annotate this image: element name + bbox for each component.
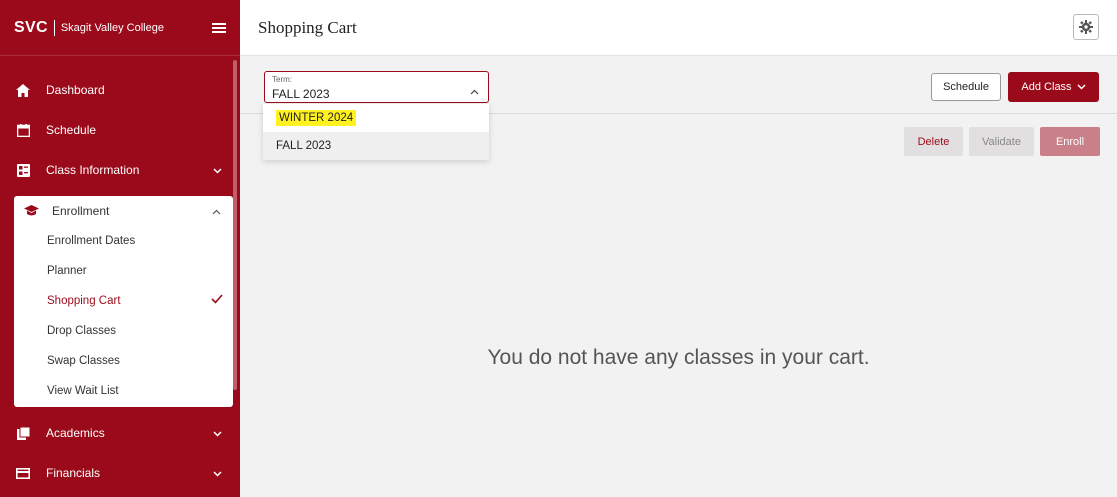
- documents-icon: [14, 426, 32, 440]
- enroll-button[interactable]: Enroll: [1040, 127, 1100, 156]
- sidebar-subitem-view-wait-list[interactable]: View Wait List: [14, 376, 233, 406]
- sidebar-subitem-shopping-cart[interactable]: Shopping Cart: [14, 286, 233, 316]
- sidebar: SVC Skagit Valley College Dashboard Sche…: [0, 0, 240, 497]
- term-label: Term:: [272, 75, 292, 84]
- add-class-button[interactable]: Add Class: [1008, 72, 1099, 102]
- home-icon: [14, 83, 32, 97]
- brand-logo: SVC: [14, 18, 48, 36]
- credit-card-icon: [14, 466, 32, 480]
- enrollment-menu: Enrollment Enrollment Dates Planner Shop…: [14, 196, 233, 407]
- sidebar-item-label: Enrollment: [52, 204, 110, 218]
- term-dropdown: WINTER 2024 FALL 2023: [263, 104, 489, 160]
- checkmark-icon: [211, 294, 223, 307]
- sidebar-item-financials[interactable]: Financials: [0, 453, 240, 493]
- sidebar-subitem-drop-classes[interactable]: Drop Classes: [14, 316, 233, 346]
- graduation-cap-icon: [22, 204, 40, 218]
- term-option-label: FALL 2023: [276, 140, 332, 152]
- sidebar-nav-lower: Academics Financials: [0, 413, 240, 493]
- sidebar-subitem-label: View Wait List: [47, 385, 119, 397]
- schedule-button[interactable]: Schedule: [931, 73, 1001, 101]
- sidebar-item-label: Class Information: [46, 163, 140, 177]
- sidebar-item-dashboard[interactable]: Dashboard: [0, 70, 240, 110]
- chevron-down-icon: [213, 466, 222, 480]
- menu-icon[interactable]: [212, 22, 226, 33]
- chevron-up-icon: [212, 204, 221, 218]
- brand-header: SVC Skagit Valley College: [0, 0, 240, 56]
- sidebar-item-label: Schedule: [46, 123, 97, 137]
- chevron-down-icon: [213, 426, 222, 440]
- sidebar-subitem-label: Planner: [47, 265, 87, 277]
- sidebar-subitem-planner[interactable]: Planner: [14, 256, 233, 286]
- settings-button[interactable]: [1073, 14, 1099, 40]
- add-class-label: Add Class: [1021, 81, 1072, 93]
- sidebar-subitem-swap-classes[interactable]: Swap Classes: [14, 346, 233, 376]
- brand-name: Skagit Valley College: [60, 21, 164, 34]
- sidebar-item-label: Academics: [46, 426, 105, 440]
- sidebar-item-enrollment[interactable]: Enrollment: [14, 196, 233, 226]
- sidebar-item-schedule[interactable]: Schedule: [0, 110, 240, 150]
- term-value: FALL 2023: [272, 87, 330, 101]
- empty-cart-message: You do not have any classes in your cart…: [487, 346, 870, 369]
- chevron-up-icon: [470, 82, 479, 100]
- sidebar-item-label: Financials: [46, 466, 101, 480]
- chevron-down-icon: [213, 163, 222, 177]
- sidebar-subitem-label: Shopping Cart: [47, 295, 121, 307]
- sidebar-item-label: Dashboard: [46, 83, 105, 97]
- sidebar-item-class-information[interactable]: Class Information: [0, 150, 240, 190]
- sidebar-item-academics[interactable]: Academics: [0, 413, 240, 453]
- sidebar-subitem-label: Enrollment Dates: [47, 235, 136, 247]
- term-option[interactable]: WINTER 2024: [263, 104, 489, 132]
- validate-button[interactable]: Validate: [969, 127, 1034, 156]
- page-header: Shopping Cart: [240, 0, 1117, 56]
- sidebar-subitem-enrollment-dates[interactable]: Enrollment Dates: [14, 226, 233, 256]
- chevron-down-icon: [1077, 84, 1086, 90]
- sidebar-subitem-label: Swap Classes: [47, 355, 120, 367]
- delete-button[interactable]: Delete: [904, 127, 963, 156]
- catalog-icon: [14, 163, 32, 177]
- term-option-label: WINTER 2024: [276, 110, 357, 126]
- calendar-icon: [14, 123, 32, 137]
- sidebar-nav: Dashboard Schedule Class Information: [0, 70, 240, 190]
- term-select[interactable]: Term: FALL 2023: [264, 71, 489, 103]
- sidebar-subitem-label: Drop Classes: [47, 325, 117, 337]
- gear-icon: [1079, 20, 1093, 34]
- brand-divider: [53, 19, 55, 36]
- term-option[interactable]: FALL 2023: [263, 132, 489, 160]
- page-title: Shopping Cart: [258, 17, 357, 37]
